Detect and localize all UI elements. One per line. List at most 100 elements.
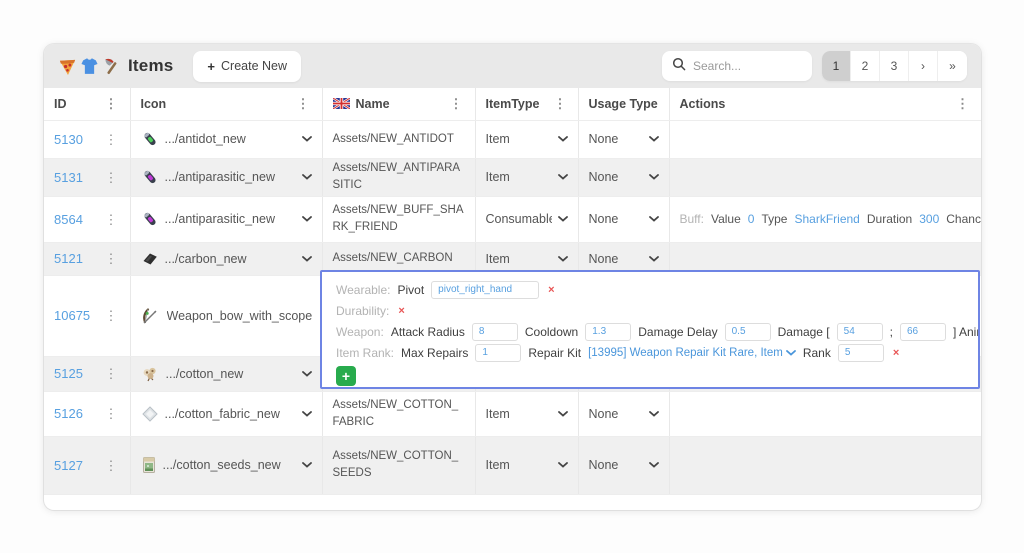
usage-type-select[interactable]: None <box>578 196 669 242</box>
remove-component-button[interactable]: × <box>396 305 406 317</box>
page-title: Items <box>128 56 173 76</box>
item-id-link[interactable]: 10675 <box>54 308 97 323</box>
item-type-select[interactable]: Consumable... <box>475 196 578 242</box>
item-edit-panel: Wearable:Pivot×Durability:×Weapon:Attack… <box>320 270 980 389</box>
item-id-link[interactable]: 5130 <box>54 132 97 147</box>
asset-name-cell: Assets/NEW_COTTON_FABRIC <box>322 391 475 436</box>
page-1-button[interactable]: 1 <box>822 51 851 81</box>
item-type-select[interactable]: Item <box>475 158 578 196</box>
column-menu-icon-name[interactable]: ⋮ <box>448 97 465 110</box>
create-new-button[interactable]: + Create New <box>193 51 301 82</box>
icon-path-select[interactable]: .../antidot_new <box>130 120 322 158</box>
chevron-down-icon[interactable] <box>649 174 659 180</box>
usage-type-select[interactable]: None <box>578 158 669 196</box>
icon-path-select[interactable]: .../carbon_new <box>130 242 322 275</box>
buff-value-link[interactable]: SharkFriend <box>794 212 859 226</box>
item-type-select-value: Item <box>486 170 552 184</box>
item-id-link[interactable]: 5127 <box>54 458 97 473</box>
icon-path-select[interactable]: .../cotton_fabric_new <box>130 391 322 436</box>
chevron-down-icon[interactable] <box>558 136 568 142</box>
icon-path-value: .../antiparasitic_new <box>165 212 296 226</box>
item-type-select[interactable]: Item <box>475 436 578 494</box>
chevron-down-icon[interactable] <box>302 136 312 142</box>
row-menu-icon[interactable]: ⋮ <box>103 309 120 322</box>
pivot-input[interactable] <box>431 281 539 299</box>
icon-path-select[interactable]: .../cotton_new <box>130 356 322 391</box>
remove-component-button[interactable]: × <box>891 347 901 359</box>
item-id-link[interactable]: 5126 <box>54 406 97 421</box>
item-type-select[interactable]: Item <box>475 391 578 436</box>
attack-radius-input[interactable] <box>472 323 518 341</box>
row-menu-icon[interactable]: ⋮ <box>103 171 120 184</box>
damage-min-input[interactable] <box>837 323 883 341</box>
row-menu-icon[interactable]: ⋮ <box>103 367 120 380</box>
asset-name-value: Assets/NEW_ANTIPARASITIC <box>333 160 465 193</box>
icon-path-select[interactable]: .../cotton_seeds_new <box>130 436 322 494</box>
damage-max-input[interactable] <box>900 323 946 341</box>
search-icon <box>672 57 686 76</box>
icon-path-select[interactable]: .../antiparasitic_new <box>130 158 322 196</box>
cooldown-input[interactable] <box>585 323 631 341</box>
damage-delay-input[interactable] <box>725 323 771 341</box>
column-header-usage_type: Usage Type⋮ <box>578 88 669 120</box>
panel-field-label: Rank <box>803 346 831 360</box>
chevron-down-icon[interactable] <box>649 256 659 262</box>
chevron-down-icon[interactable] <box>649 462 659 468</box>
chevron-down-icon[interactable] <box>649 136 659 142</box>
usage-type-select[interactable]: None <box>578 436 669 494</box>
chevron-down-icon[interactable] <box>302 411 312 417</box>
chevron-down-icon[interactable] <box>558 411 568 417</box>
icon-path-value: .../antidot_new <box>165 132 296 146</box>
column-menu-icon-item_type[interactable]: ⋮ <box>551 97 568 110</box>
item-id-link[interactable]: 5125 <box>54 366 97 381</box>
item-id-link[interactable]: 5121 <box>54 251 97 266</box>
chevron-down-icon[interactable] <box>302 371 312 377</box>
page-2-button[interactable]: 2 <box>851 51 880 81</box>
column-label-name: Name <box>356 97 390 111</box>
chevron-down-icon[interactable] <box>302 174 312 180</box>
item-type-select-value: Item <box>486 407 552 421</box>
column-menu-icon-id[interactable]: ⋮ <box>103 97 120 110</box>
row-menu-icon[interactable]: ⋮ <box>103 407 120 420</box>
chevron-down-icon[interactable] <box>558 256 568 262</box>
row-menu-icon[interactable]: ⋮ <box>103 252 120 265</box>
max-repairs-input[interactable] <box>475 344 521 362</box>
row-menu-icon[interactable]: ⋮ <box>103 213 120 226</box>
vial-purple-icon <box>141 168 159 186</box>
page-3-button[interactable]: 3 <box>880 51 909 81</box>
repair-kit-link[interactable]: [13995] Weapon Repair Kit Rare, Item <box>588 347 796 359</box>
buff-label: Buff: <box>680 212 704 226</box>
rank-input[interactable] <box>838 344 884 362</box>
usage-type-select[interactable]: None <box>578 120 669 158</box>
chevron-down-icon[interactable] <box>649 411 659 417</box>
item-type-select[interactable]: Item <box>475 120 578 158</box>
row-menu-icon[interactable]: ⋮ <box>103 133 120 146</box>
column-menu-icon-icon[interactable]: ⋮ <box>295 97 312 110</box>
panel-field-label: Repair Kit <box>528 346 581 360</box>
buff-value-link[interactable]: 0 <box>748 212 755 226</box>
chevron-down-icon[interactable] <box>558 462 568 468</box>
column-header-name: Name ⋮ <box>322 88 475 120</box>
usage-type-select[interactable]: None <box>578 391 669 436</box>
chevron-down-icon[interactable] <box>302 216 312 222</box>
chevron-down-icon[interactable] <box>302 462 312 468</box>
chevron-down-icon[interactable] <box>558 174 568 180</box>
chevron-down-icon[interactable] <box>302 256 312 262</box>
actions-cell: Buff:Value0TypeSharkFriendDuration300Cha… <box>669 196 981 242</box>
search-input[interactable] <box>693 59 802 73</box>
row-menu-icon[interactable]: ⋮ <box>103 459 120 472</box>
next-page-button[interactable]: › <box>909 51 938 81</box>
buff-value-link[interactable]: 300 <box>919 212 939 226</box>
panel-section-label: Durability: <box>336 304 389 318</box>
last-page-button[interactable]: » <box>938 51 967 81</box>
remove-component-button[interactable]: × <box>546 284 556 296</box>
chevron-down-icon[interactable] <box>558 216 568 222</box>
column-menu-icon-actions[interactable]: ⋮ <box>954 97 971 110</box>
item-type-select-value: Item <box>486 458 552 472</box>
icon-path-select[interactable]: .../antiparasitic_new <box>130 196 322 242</box>
chevron-down-icon[interactable] <box>649 216 659 222</box>
item-id-link[interactable]: 8564 <box>54 212 97 227</box>
icon-path-select[interactable]: Weapon_bow_with_scope <box>130 275 322 356</box>
add-component-button[interactable]: + <box>336 366 356 386</box>
item-id-link[interactable]: 5131 <box>54 170 97 185</box>
